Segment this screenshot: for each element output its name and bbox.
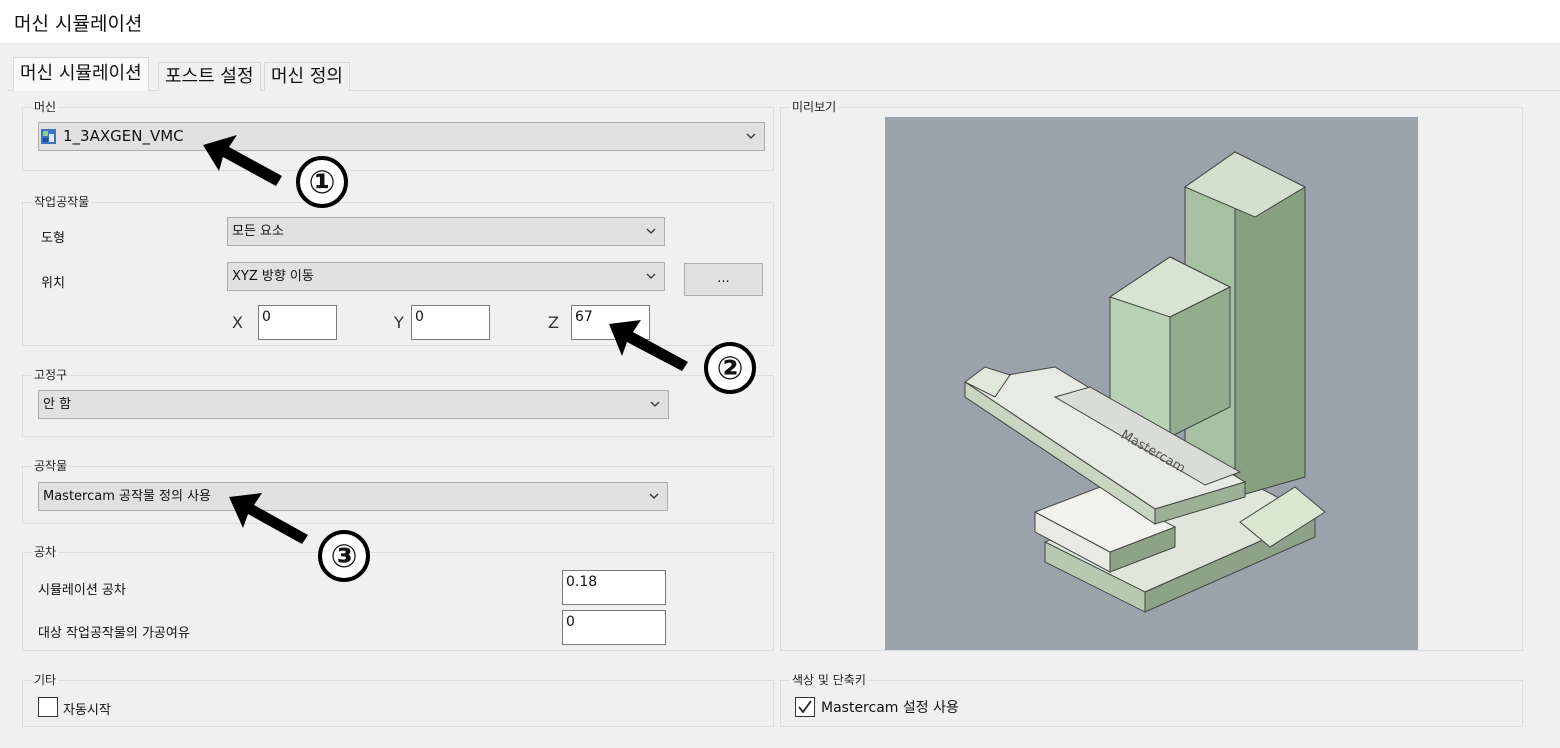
arrow-icon bbox=[203, 135, 282, 186]
arrow-icon bbox=[229, 493, 308, 544]
tab-machine-simulation[interactable]: 머신 시뮬레이션 bbox=[13, 57, 149, 91]
callout-1: ① bbox=[296, 156, 348, 208]
callout-3: ③ bbox=[318, 530, 370, 582]
callout-2: ② bbox=[704, 342, 756, 394]
annotation-overlay bbox=[203, 135, 688, 544]
arrow-icon bbox=[609, 320, 688, 371]
